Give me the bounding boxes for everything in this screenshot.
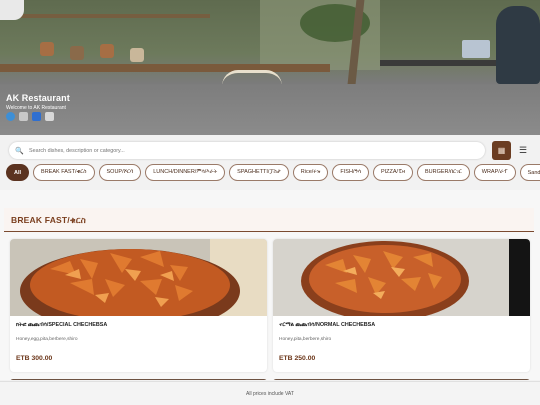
category-chip-pizza[interactable]: PIZZA/ፒዛ: [372, 164, 413, 181]
category-chip-fish[interactable]: FISH/ዓሳ: [332, 164, 369, 181]
category-chip-burger[interactable]: BURGER/በርገር: [416, 164, 470, 181]
hero-person: [496, 6, 540, 84]
list-icon: ☰: [518, 144, 528, 155]
dish-price: ETB 250.00: [279, 355, 316, 362]
menu-item-card[interactable]: ክትፎ ጨጨብሳ/SPECIAL CHECHEBSA Honey,egg,pit…: [10, 239, 267, 372]
section-title: BREAK FAST/ቁርስ: [11, 215, 86, 225]
dish-image: [10, 239, 267, 316]
list-view-button[interactable]: ☰: [516, 143, 530, 157]
search-icon: 🔍: [15, 147, 24, 155]
category-chip-all[interactable]: All: [6, 164, 30, 181]
facebook-icon[interactable]: [32, 112, 41, 121]
footer-note: All prices include VAT: [0, 381, 540, 405]
dish-price: ETB 300.00: [16, 355, 53, 362]
grid-icon: ▦: [497, 146, 506, 155]
instagram-icon[interactable]: [45, 112, 54, 121]
category-filter-bar: All BREAK FAST/ቁርስ SOUP/ሾርባ LUNCH/DINNER…: [6, 164, 540, 181]
menu-content: BREAK FAST/ቁርስ ክትፎ ጨጨብሳ/SPECIAL CHECHEBS…: [0, 190, 540, 380]
category-chip-soup[interactable]: SOUP/ሾርባ: [98, 164, 142, 181]
globe-icon[interactable]: [6, 112, 15, 121]
hero-pot: [40, 42, 54, 56]
category-chip-sandwich[interactable]: Sandw: [519, 164, 540, 181]
dish-image: [273, 239, 530, 316]
dish-description: Honey,egg,pita,berbere,shiro: [16, 337, 78, 342]
dish-name: ክትፎ ጨጨብሳ/SPECIAL CHECHEBSA: [16, 322, 108, 328]
restaurant-brand: AK Restaurant Welcome to AK Restaurant: [6, 93, 70, 111]
restaurant-tagline: Welcome to AK Restaurant: [6, 105, 66, 111]
category-chip-wrap[interactable]: WRAP/ራፕ: [473, 164, 516, 181]
search-bar[interactable]: 🔍: [9, 142, 485, 159]
menu-item-card[interactable]: ኖርማል ጨጨብሳ/NORMAL CHECHEBSA Honey,pita,be…: [273, 239, 530, 372]
hero-pot: [100, 44, 114, 58]
dish-description: Honey,pita,berbere,shiro: [279, 337, 332, 342]
phone-icon[interactable]: [19, 112, 28, 121]
hero-shelf: [20, 14, 210, 18]
section-header: BREAK FAST/ቁርስ: [4, 208, 534, 232]
grid-view-button[interactable]: ▦: [492, 141, 511, 160]
hero-banner: AK Restaurant Welcome to AK Restaurant: [0, 0, 540, 135]
category-chip-lunch-dinner[interactable]: LUNCH/DINNER/ምሳ/እራት: [145, 164, 226, 181]
dish-name: ኖርማል ጨጨብሳ/NORMAL CHECHEBSA: [279, 322, 376, 328]
restaurant-name: AK Restaurant: [6, 93, 70, 103]
hero-laptop: [462, 40, 490, 58]
menu-item-card-peek: [10, 379, 267, 380]
hero-table: [380, 60, 500, 66]
category-chip-rice[interactable]: Rice/ሩዝ: [292, 164, 329, 181]
restaurant-logo: [0, 0, 24, 20]
category-chip-spaghetti[interactable]: SPAGHETTI/ፓስታ: [229, 164, 289, 181]
hero-pot: [130, 48, 144, 62]
hero-pot: [70, 46, 84, 60]
menu-item-card-peek: [273, 379, 530, 380]
category-chip-breakfast[interactable]: BREAK FAST/ቁርስ: [33, 164, 95, 181]
hero-counter: [0, 64, 330, 72]
social-links: [6, 112, 54, 121]
search-input[interactable]: [29, 147, 429, 154]
hero-overlay: [0, 84, 540, 135]
